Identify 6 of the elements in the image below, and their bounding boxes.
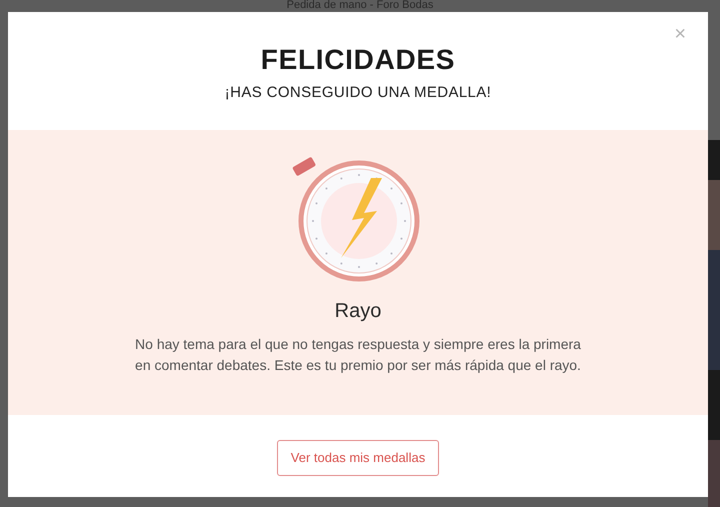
- dialog-subtitle: ¡HAS CONSEGUIDO UNA MEDALLA!: [224, 83, 492, 103]
- dialog-title: FELICIDADES: [260, 44, 456, 76]
- medal-name: Rayo: [334, 299, 382, 324]
- medal-description: No hay tema para el que no tengas respuesta y siempre eres la primera en comentar debates. Este es tu premio por ser más rápida que el rayo.: [134, 335, 582, 375]
- close-button[interactable]: ×: [674, 24, 686, 44]
- all-medals-button[interactable]: Ver todas mis medallas: [276, 440, 440, 476]
